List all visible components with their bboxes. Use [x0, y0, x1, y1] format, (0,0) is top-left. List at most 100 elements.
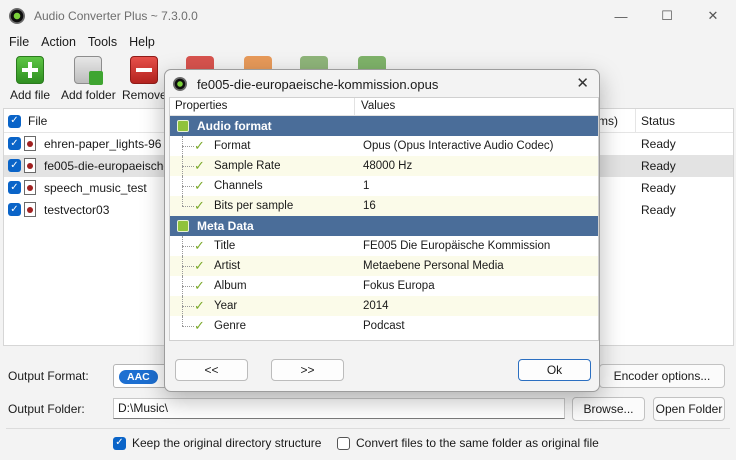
file-name: testvector03 [44, 203, 110, 217]
column-values[interactable]: Values [361, 100, 395, 112]
category-label: Meta Data [197, 219, 254, 233]
column-status[interactable]: Status [641, 114, 675, 128]
property-value: 48000 Hz [363, 160, 413, 172]
encoder-options-button[interactable]: Encoder options... [599, 364, 725, 388]
check-icon: ✓ [194, 198, 205, 213]
property-grid: Properties Values Audio format ✓ Format … [169, 97, 599, 341]
property-grid-header: Properties Values [170, 98, 598, 116]
previous-file-button[interactable]: << [175, 359, 248, 381]
add-file-label: Add file [10, 88, 51, 102]
property-name: Title [214, 240, 236, 252]
add-file-icon [16, 56, 45, 84]
property-name: Genre [214, 320, 246, 332]
file-properties-dialog: fe005-die-europaeische-kommission.opus ✕… [164, 69, 600, 392]
column-duration-partial[interactable]: ms) [598, 114, 618, 128]
property-name: Album [214, 280, 247, 292]
output-folder-label: Output Folder: [8, 402, 85, 416]
select-all-checkbox[interactable]: ✓ [8, 114, 21, 128]
property-name: Sample Rate [214, 160, 281, 172]
category-icon [177, 220, 189, 232]
property-name: Artist [214, 260, 241, 272]
file-name: speech_music_test [44, 181, 147, 195]
column-divider[interactable] [635, 109, 636, 133]
file-status: Ready [641, 137, 676, 151]
check-icon: ✓ [194, 238, 205, 253]
menu-bar: File Action Tools Help [0, 32, 736, 52]
file-status: Ready [641, 203, 676, 217]
property-row[interactable]: ✓ Sample Rate 48000 Hz [170, 156, 598, 176]
check-icon: ✓ [194, 158, 205, 173]
audio-file-icon [24, 202, 36, 217]
open-folder-button[interactable]: Open Folder [653, 397, 725, 421]
row-checkbox[interactable]: ✓ [8, 181, 21, 194]
property-name: Channels [214, 180, 263, 192]
property-row[interactable]: ✓ Genre Podcast [170, 316, 598, 336]
add-folder-button[interactable]: Add folder [61, 56, 116, 102]
column-properties[interactable]: Properties [175, 100, 227, 112]
column-file[interactable]: File [28, 114, 47, 128]
property-row[interactable]: ✓ Format Opus (Opus Interactive Audio Co… [170, 136, 598, 156]
remove-label: Remove [122, 88, 167, 102]
row-checkbox[interactable]: ✓ [8, 159, 21, 172]
menu-help[interactable]: Help [123, 35, 161, 49]
keep-structure-option[interactable]: ✓ Keep the original directory structure [113, 436, 321, 450]
property-row[interactable]: ✓ Album Fokus Europa [170, 276, 598, 296]
property-row[interactable]: ✓ Bits per sample 16 [170, 196, 598, 216]
keep-structure-label: Keep the original directory structure [132, 436, 322, 450]
file-status: Ready [641, 181, 676, 195]
file-status: Ready [641, 159, 676, 173]
row-checkbox[interactable]: ✓ [8, 137, 21, 150]
property-value: Fokus Europa [363, 280, 435, 292]
app-logo-icon [173, 77, 187, 91]
property-name: Format [214, 140, 251, 152]
title-bar: Audio Converter Plus ~ 7.3.0.0 — ☐ ✕ [0, 0, 736, 32]
check-icon: ✓ [194, 278, 205, 293]
property-value: Podcast [363, 320, 405, 332]
row-checkbox[interactable]: ✓ [8, 203, 21, 216]
output-folder-field[interactable]: D:\Music\ [113, 398, 565, 419]
property-row[interactable]: ✓ Artist Metaebene Personal Media [170, 256, 598, 276]
check-icon: ✓ [194, 318, 205, 333]
property-row[interactable]: ✓ Channels 1 [170, 176, 598, 196]
add-folder-label: Add folder [61, 88, 116, 102]
dialog-close-icon[interactable]: ✕ [576, 74, 589, 92]
ok-button[interactable]: Ok [518, 359, 591, 381]
close-button[interactable]: ✕ [690, 0, 736, 32]
file-name: ehren-paper_lights-96 [44, 137, 162, 151]
keep-structure-checkbox[interactable]: ✓ [113, 436, 126, 450]
format-badge: AAC [119, 370, 158, 384]
menu-file[interactable]: File [3, 35, 35, 49]
next-file-button[interactable]: >> [271, 359, 344, 381]
property-value: Metaebene Personal Media [363, 260, 504, 272]
audio-file-icon [24, 158, 36, 173]
property-row[interactable]: ✓ Year 2014 [170, 296, 598, 316]
remove-button[interactable]: Remove [122, 56, 167, 102]
category-icon [177, 120, 189, 132]
minimize-button[interactable]: — [598, 0, 644, 32]
property-name: Bits per sample [214, 200, 294, 212]
property-value: 2014 [363, 300, 389, 312]
maximize-button[interactable]: ☐ [644, 0, 690, 32]
remove-icon [130, 56, 159, 84]
property-value: 1 [363, 180, 370, 192]
category-label: Audio format [197, 119, 272, 133]
same-folder-option[interactable]: Convert files to the same folder as orig… [337, 436, 599, 450]
audio-file-icon [24, 136, 36, 151]
category-meta-data[interactable]: Meta Data [170, 216, 598, 236]
category-audio-format[interactable]: Audio format [170, 116, 598, 136]
column-divider[interactable] [354, 98, 355, 116]
add-file-button[interactable]: Add file [10, 56, 50, 102]
check-icon: ✓ [194, 178, 205, 193]
window-title: Audio Converter Plus ~ 7.3.0.0 [34, 9, 198, 23]
property-row[interactable]: ✓ Title FE005 Die Europäische Kommission [170, 236, 598, 256]
browse-button[interactable]: Browse... [572, 397, 645, 421]
property-value: 16 [363, 200, 376, 212]
divider [6, 428, 730, 429]
property-value: Opus (Opus Interactive Audio Codec) [363, 140, 554, 152]
same-folder-checkbox[interactable] [337, 436, 350, 450]
menu-action[interactable]: Action [35, 35, 82, 49]
same-folder-label: Convert files to the same folder as orig… [356, 436, 599, 450]
output-format-label: Output Format: [8, 369, 89, 383]
menu-tools[interactable]: Tools [82, 35, 123, 49]
audio-file-icon [24, 180, 36, 195]
